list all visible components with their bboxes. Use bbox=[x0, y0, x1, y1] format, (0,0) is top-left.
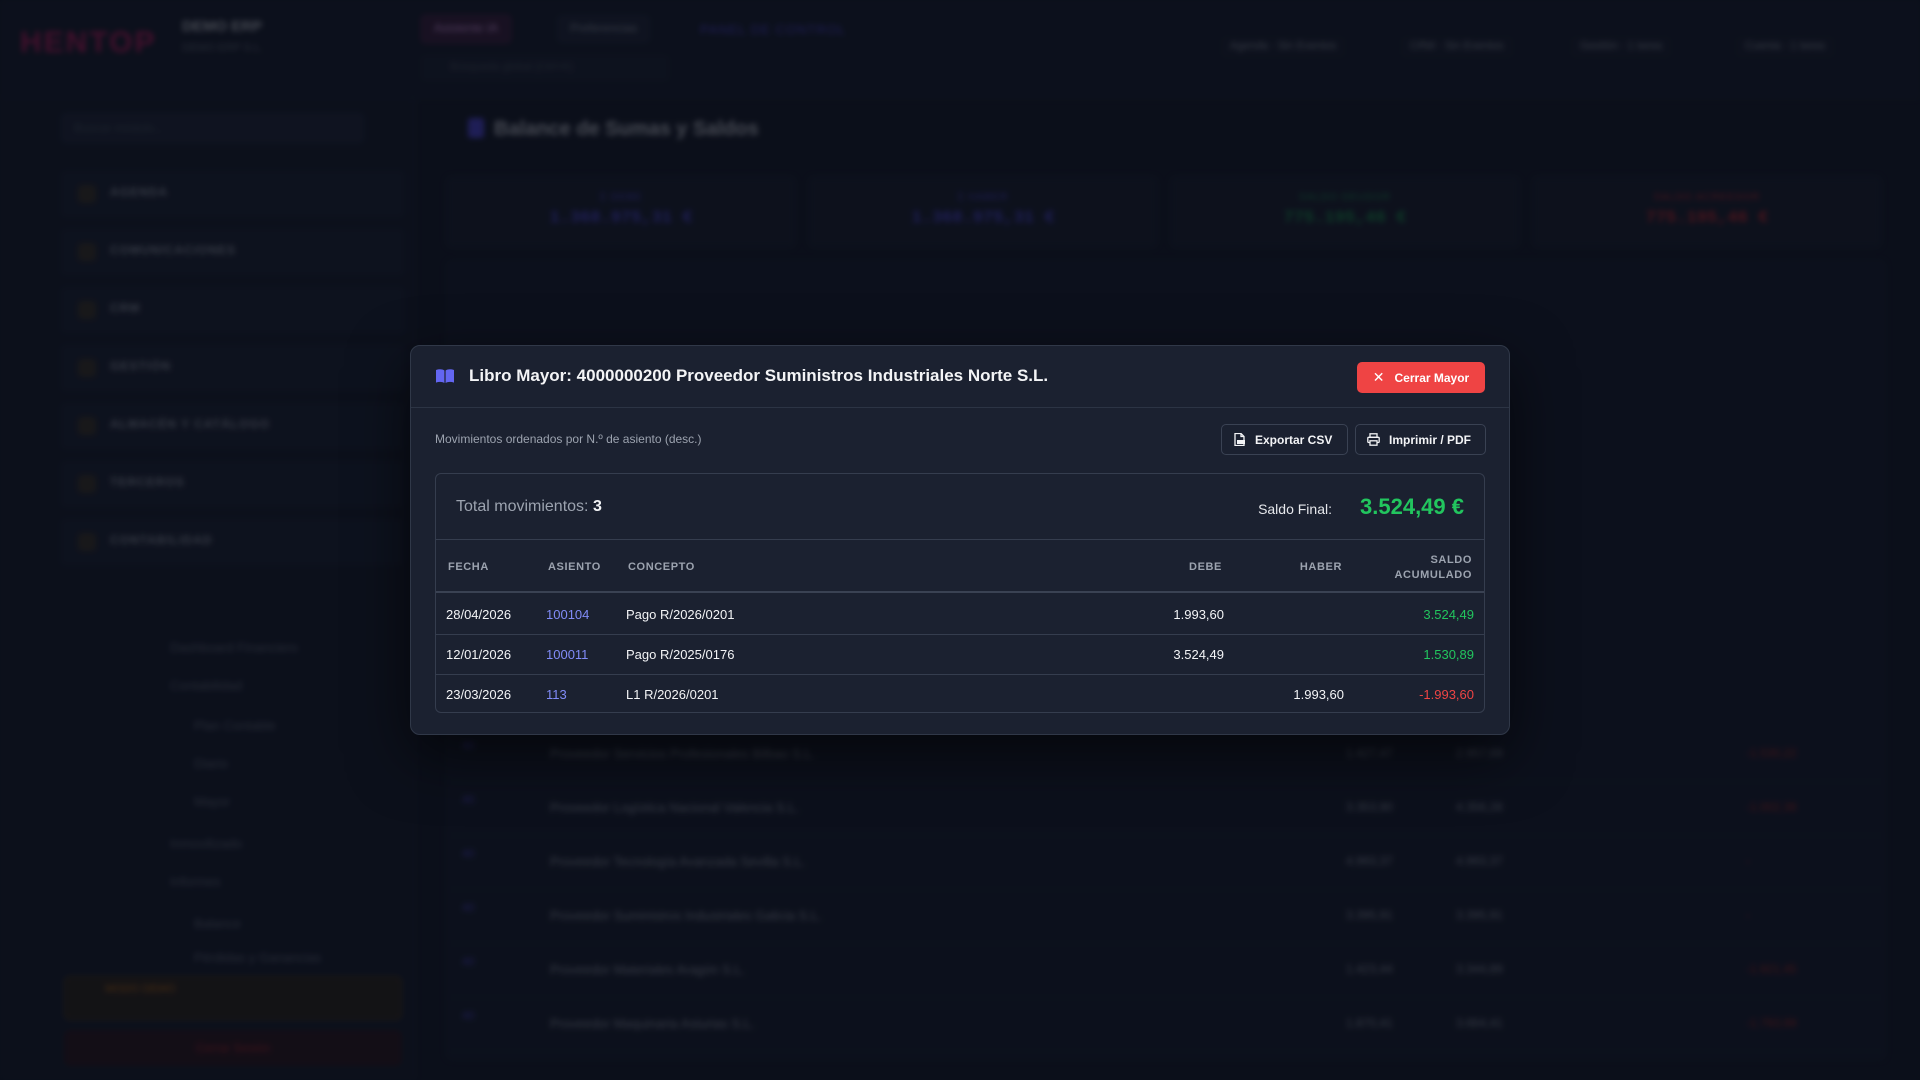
cell-saldo: 1.530,89 bbox=[1423, 647, 1474, 662]
print-pdf-label: Imprimir / PDF bbox=[1389, 432, 1472, 447]
printer-icon bbox=[1367, 433, 1380, 446]
cell-haber: 1.993,60 bbox=[1293, 687, 1344, 702]
col-debe[interactable]: DEBE bbox=[1189, 561, 1222, 573]
total-movements-label: Total movimientos: bbox=[456, 498, 589, 515]
export-csv-label: Exportar CSV bbox=[1255, 432, 1333, 447]
cell-saldo: 3.524,49 bbox=[1423, 607, 1474, 622]
table-row[interactable]: 23/03/2026 113 L1 R/2026/0201 1.993,60 -… bbox=[436, 675, 1484, 712]
movements-card: Total movimientos: 3 Saldo Final: 3.524,… bbox=[435, 473, 1485, 713]
close-icon: ✕ bbox=[1372, 369, 1385, 385]
col-saldo-acumulado[interactable]: SALDO ACUMULADO bbox=[1394, 553, 1472, 583]
close-ledger-button[interactable]: ✕ Cerrar Mayor bbox=[1357, 362, 1485, 393]
col-fecha[interactable]: FECHA bbox=[448, 561, 489, 573]
cell-asiento-link[interactable]: 100011 bbox=[546, 647, 588, 662]
cell-fecha: 12/01/2026 bbox=[446, 647, 512, 662]
total-movements-value: 3 bbox=[592, 498, 602, 515]
col-concepto[interactable]: CONCEPTO bbox=[628, 561, 695, 573]
table-header: FECHA ASIENTO CONCEPTO DEBE HABER SALDO … bbox=[436, 540, 1484, 593]
cell-fecha: 23/03/2026 bbox=[446, 687, 512, 702]
table-row[interactable]: 28/04/2026 100104 Pago R/2026/0201 1.993… bbox=[436, 595, 1484, 635]
cell-concepto: Pago R/2026/0201 bbox=[626, 607, 735, 622]
col-asiento[interactable]: ASIENTO bbox=[548, 561, 601, 573]
cell-debe: 3.524,49 bbox=[1173, 647, 1224, 662]
final-balance-label: Saldo Final: bbox=[1258, 501, 1332, 517]
export-csv-button[interactable]: Exportar CSV bbox=[1221, 424, 1348, 455]
file-csv-icon bbox=[1234, 433, 1245, 446]
cell-asiento-link[interactable]: 113 bbox=[546, 687, 567, 702]
modal-header: Libro Mayor: 4000000200 Proveedor Sumini… bbox=[411, 346, 1509, 408]
cell-debe: 1.993,60 bbox=[1173, 607, 1224, 622]
cell-concepto: L1 R/2026/0201 bbox=[626, 687, 719, 702]
print-pdf-button[interactable]: Imprimir / PDF bbox=[1355, 424, 1486, 455]
cell-fecha: 28/04/2026 bbox=[446, 607, 512, 622]
col-saldo-line1: SALDO bbox=[1430, 554, 1472, 566]
modal-title: Libro Mayor: 4000000200 Proveedor Sumini… bbox=[469, 366, 1049, 385]
table-row[interactable]: 12/01/2026 100011 Pago R/2025/0176 3.524… bbox=[436, 635, 1484, 675]
cell-saldo: -1.993,60 bbox=[1419, 687, 1474, 702]
final-balance-value: 3.524,49 € bbox=[1360, 494, 1464, 519]
modal-subtitle: Movimientos ordenados por N.º de asiento… bbox=[435, 432, 702, 446]
col-saldo-line2: ACUMULADO bbox=[1394, 569, 1472, 581]
open-book-icon bbox=[436, 369, 454, 383]
col-haber[interactable]: HABER bbox=[1300, 561, 1342, 573]
movements-summary: Total movimientos: 3 Saldo Final: 3.524,… bbox=[436, 474, 1484, 540]
total-movements: Total movimientos: 3 bbox=[456, 498, 602, 516]
cell-asiento-link[interactable]: 100104 bbox=[546, 607, 589, 622]
cell-concepto: Pago R/2025/0176 bbox=[626, 647, 735, 662]
ledger-modal: Libro Mayor: 4000000200 Proveedor Sumini… bbox=[410, 345, 1510, 735]
close-ledger-label: Cerrar Mayor bbox=[1394, 370, 1470, 385]
